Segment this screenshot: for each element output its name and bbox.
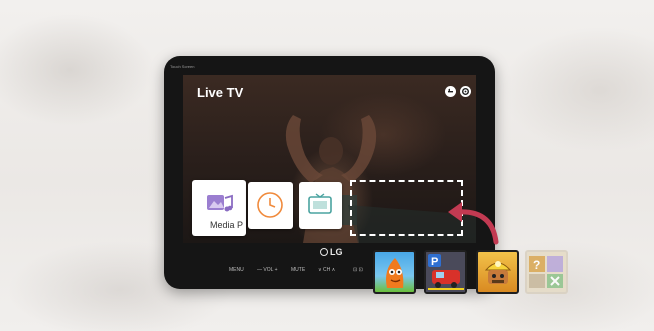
edit-icon	[448, 88, 453, 93]
live-tv-title: Live TV	[197, 85, 244, 100]
volume-control[interactable]: — VOL +	[257, 267, 278, 273]
orange-character-game-icon	[386, 258, 404, 288]
svg-text:P: P	[431, 256, 438, 268]
mute-button[interactable]: MUTE	[291, 267, 305, 273]
edit-button[interactable]	[445, 86, 456, 97]
channel-control[interactable]: ∨ CH ∧	[318, 267, 335, 273]
brand-name: LG	[330, 247, 343, 257]
app-label: Media P	[210, 220, 244, 230]
clock-icon	[257, 192, 283, 218]
parking-game-icon: P	[426, 252, 465, 292]
svg-text:?: ?	[533, 258, 540, 272]
miner-game-icon	[484, 261, 512, 284]
app-thumbnail-quiz[interactable]: ?	[525, 250, 568, 294]
lg-logo-mark	[320, 248, 328, 256]
app-thumbnail-orange-character[interactable]	[373, 250, 416, 294]
app-tile-tv-guide[interactable]	[299, 182, 342, 229]
menu-button[interactable]: MENU	[229, 267, 244, 273]
settings-button[interactable]	[460, 86, 471, 97]
app-tile-clock[interactable]	[248, 182, 293, 229]
app-thumbnail-parking[interactable]: P	[424, 250, 467, 294]
tv-guide-icon	[308, 193, 332, 214]
extra-buttons[interactable]: ⊡ ⊡	[353, 267, 363, 273]
app-tile-media-player[interactable]: Media P	[192, 180, 246, 236]
touch-screen-caption: Touch Screen	[170, 64, 195, 69]
app-thumbnail-miner[interactable]	[476, 250, 519, 294]
lg-logo: LG	[320, 247, 343, 259]
media-player-icon	[207, 194, 233, 212]
curved-arrow-icon	[448, 202, 499, 245]
quiz-game-icon: ?	[529, 256, 563, 288]
gear-icon	[462, 88, 469, 95]
